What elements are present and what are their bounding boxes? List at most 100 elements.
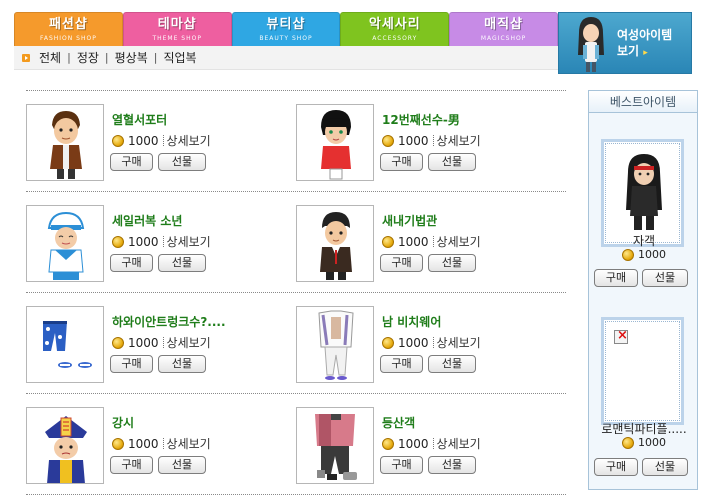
gift-button[interactable]: 선물 [428,456,476,474]
product-thumbnail[interactable] [26,104,104,181]
best-item-price: 1000 [638,436,666,449]
product-name[interactable]: 하와이안트렁크수?.... [112,313,226,330]
product-price: 1000 [398,133,429,148]
product-grid: 열혈서포터 1000 상세보기 구매 선물 12번째선수-男 1000 상세보기… [26,90,566,495]
product-thumbnail[interactable] [296,407,374,484]
product-name[interactable]: 12번째선수-男 [382,111,460,128]
detail-link[interactable]: 상세보기 [167,435,211,452]
product-thumbnail[interactable] [26,205,104,282]
product-thumbnail[interactable] [296,306,374,383]
detail-link[interactable]: 상세보기 [437,334,481,351]
sidebar-title: 베스트아이템 [589,91,697,113]
best-items-sidebar: 베스트아이템 자객 1000 구매 선물 로맨틱파티플..... 1000 구매… [588,90,698,490]
product-card: 강시 1000 상세보기 구매 선물 [26,394,296,494]
product-name[interactable]: 세일러복 소년 [112,212,182,229]
product-thumbnail[interactable] [296,205,374,282]
coin-icon [622,436,634,449]
sailor-avatar-icon [47,211,85,280]
separator [432,236,434,247]
arrow-right-icon: ▸ [643,48,648,58]
buy-button[interactable]: 구매 [110,254,153,272]
product-name[interactable]: 남 비치웨어 [382,313,441,330]
separator [162,337,164,348]
buy-button[interactable]: 구매 [110,153,153,171]
gift-button[interactable]: 선물 [428,355,476,373]
subcategory-casual[interactable]: 평상복 [115,49,148,66]
gift-button[interactable]: 선물 [642,458,688,476]
product-name[interactable]: 등산객 [382,414,415,431]
bullet-arrow-icon [22,53,30,62]
best-item-thumbnail[interactable] [601,317,684,425]
detail-link[interactable]: 상세보기 [437,435,481,452]
detail-link[interactable]: 상세보기 [437,132,481,149]
tab-theme-shop[interactable]: 테마샵 THEME SHOP [122,12,232,46]
gift-button[interactable]: 선물 [642,269,688,287]
tab-label: 테마샵 [157,17,197,32]
jiangshi-icon [45,416,87,483]
best-item-name[interactable]: 로맨틱파티플..... [589,420,699,437]
tab-sublabel: MAGICSHOP [480,35,527,42]
tab-sublabel: THEME SHOP [152,35,202,42]
gift-button[interactable]: 선물 [428,153,476,171]
category-tabs: 패션샵 FASHION SHOP 테마샵 THEME SHOP 뷰티샵 BEAU… [14,12,558,46]
coin-icon [112,235,124,248]
product-price: 1000 [398,335,429,350]
buy-button[interactable]: 구매 [110,456,153,474]
subcategory-all[interactable]: 전체 [39,49,61,66]
gift-button[interactable]: 선물 [158,153,206,171]
buy-button[interactable]: 구매 [110,355,153,373]
product-name[interactable]: 새내기법관 [382,212,437,229]
buy-button[interactable]: 구매 [380,254,423,272]
subcategory-work[interactable]: 직업복 [163,49,196,66]
separator [162,135,164,146]
detail-link[interactable]: 상세보기 [167,233,211,250]
coin-icon [382,336,394,349]
buy-button[interactable]: 구매 [380,153,423,171]
buy-button[interactable]: 구매 [594,269,638,287]
buy-button[interactable]: 구매 [380,456,423,474]
trunks-icon [43,321,92,368]
detail-link[interactable]: 상세보기 [437,233,481,250]
product-card: 새내기법관 1000 상세보기 구매 선물 [296,192,566,292]
best-item-thumbnail[interactable] [601,139,684,247]
product-name[interactable]: 열혈서포터 [112,111,167,128]
gift-button[interactable]: 선물 [158,355,206,373]
coin-icon [112,336,124,349]
subcategory-suit[interactable]: 정장 [77,49,99,66]
coin-icon [382,134,394,147]
buy-button[interactable]: 구매 [380,355,423,373]
tab-accessory[interactable]: 악세사리 ACCESSORY [340,12,450,46]
tab-beauty-shop[interactable]: 뷰티샵 BEAUTY SHOP [231,12,341,46]
female-items-banner[interactable]: 여성아이템 보기 ▸ [558,12,692,74]
tab-fashion-shop[interactable]: 패션샵 FASHION SHOP [14,12,123,46]
assassin-avatar-icon [626,154,662,230]
product-card: 열혈서포터 1000 상세보기 구매 선물 [26,91,296,191]
soccer-avatar-icon [321,110,351,180]
gift-button[interactable]: 선물 [158,254,206,272]
buy-button[interactable]: 구매 [594,458,638,476]
gift-button[interactable]: 선물 [158,456,206,474]
detail-link[interactable]: 상세보기 [167,132,211,149]
product-thumbnail[interactable] [26,407,104,484]
suit-avatar-icon [320,212,352,280]
product-price: 1000 [398,234,429,249]
product-name[interactable]: 강시 [112,414,134,431]
tab-magic-shop[interactable]: 매직샵 MAGICSHOP [449,12,558,46]
tab-label: 뷰티샵 [266,17,306,32]
tab-label: 패션샵 [48,17,88,32]
separator: | [104,51,109,64]
product-thumbnail[interactable] [26,306,104,383]
product-thumbnail[interactable] [296,104,374,181]
product-card: 하와이안트렁크수?.... 1000 상세보기 구매 선물 [26,293,296,393]
product-price: 1000 [128,436,159,451]
coin-icon [382,235,394,248]
product-card: 12번째선수-男 1000 상세보기 구매 선물 [296,91,566,191]
best-item-name[interactable]: 자객 [589,232,699,249]
coin-icon [112,437,124,450]
gift-button[interactable]: 선물 [428,254,476,272]
banner-line1: 여성아이템 [617,28,673,42]
detail-link[interactable]: 상세보기 [167,334,211,351]
product-price: 1000 [128,234,159,249]
broken-image-icon [614,328,628,344]
tab-sublabel: FASHION SHOP [39,35,97,42]
